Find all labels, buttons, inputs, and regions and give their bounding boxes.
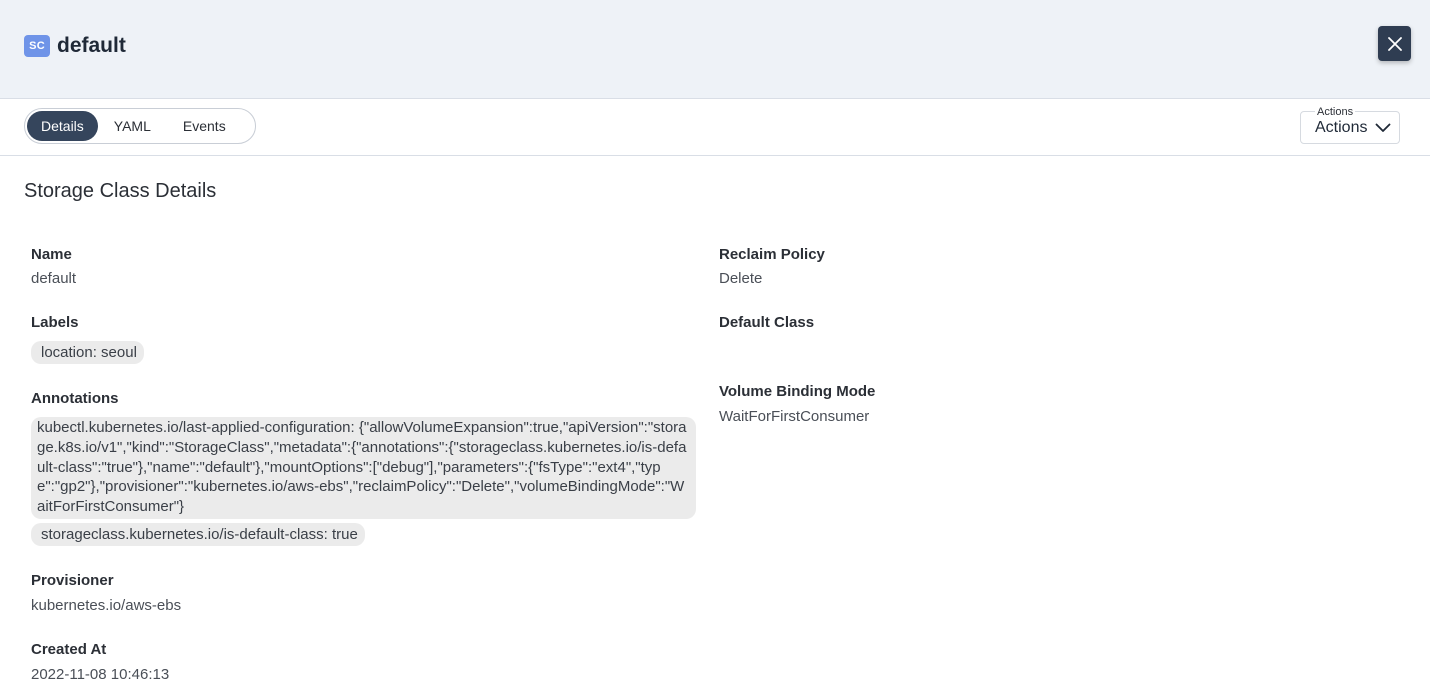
close-button[interactable] (1378, 26, 1411, 61)
default-class-label: Default Class (719, 314, 815, 331)
tab-group: Details YAML Events (24, 108, 256, 144)
annotations-label: Annotations (31, 390, 119, 407)
created-at-value: 2022-11-08 10:46:13 (31, 666, 170, 683)
annotation-chip-last-applied: kubectl.kubernetes.io/last-applied-confi… (31, 417, 696, 519)
tab-bar: Details YAML Events Actions Actions (0, 99, 1430, 156)
provisioner-value: kubernetes.io/aws-ebs (31, 597, 182, 614)
page-title: default (57, 34, 126, 57)
tab-yaml[interactable]: YAML (100, 111, 165, 141)
name-value: default (31, 270, 77, 287)
name-label: Name (31, 246, 72, 263)
created-at-label: Created At (31, 641, 107, 658)
provisioner-label: Provisioner (31, 572, 114, 589)
tab-events[interactable]: Events (169, 111, 240, 141)
actions-caption: Actions (1315, 106, 1356, 118)
storage-class-badge: SC (24, 35, 50, 57)
volume-binding-mode-label: Volume Binding Mode (719, 383, 876, 400)
actions-label: Actions (1315, 119, 1368, 136)
reclaim-policy-label: Reclaim Policy (719, 246, 825, 263)
volume-binding-mode-value: WaitForFirstConsumer (719, 408, 870, 425)
annotation-chip-default-class: storageclass.kubernetes.io/is-default-cl… (31, 523, 365, 546)
reclaim-policy-value: Delete (719, 270, 763, 287)
labels-label: Labels (31, 314, 79, 331)
label-chip: location: seoul (31, 341, 144, 364)
tab-details[interactable]: Details (27, 111, 98, 141)
actions-dropdown[interactable]: Actions Actions (1300, 106, 1400, 144)
section-title: Storage Class Details (24, 180, 217, 202)
title-group: SC default (24, 34, 126, 58)
close-icon (1387, 36, 1402, 51)
drawer-header: SC default (0, 0, 1430, 99)
chevron-down-icon (1375, 123, 1391, 132)
